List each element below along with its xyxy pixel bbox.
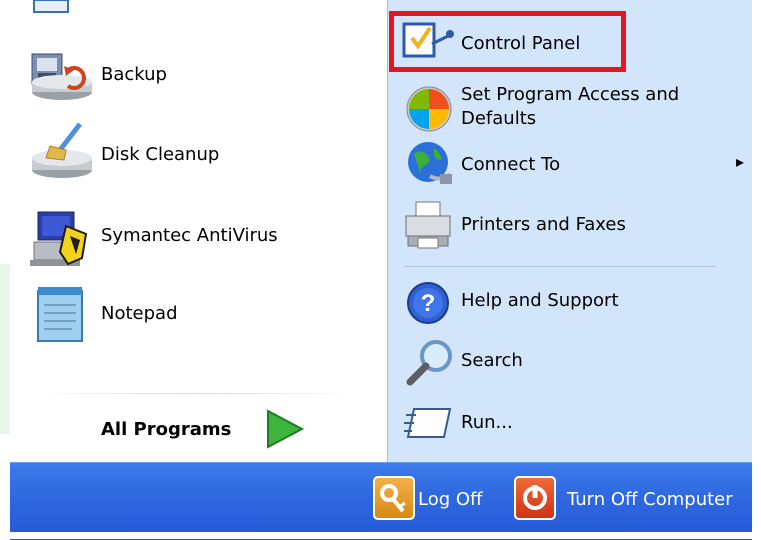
desktop-strip — [0, 264, 10, 434]
backup-icon — [31, 53, 92, 100]
all-programs-label: All Programs — [101, 419, 232, 440]
svg-text:?: ? — [421, 290, 436, 317]
help-icon: ? — [407, 282, 449, 324]
program-label: Notepad — [101, 303, 178, 324]
set-program-access-icon — [406, 86, 452, 132]
run-icon — [404, 408, 452, 438]
menu-item-label: Printers and Faxes — [461, 214, 626, 235]
submenu-arrow-icon: ▸ — [736, 152, 745, 171]
green-arrow-icon — [267, 409, 305, 449]
program-label: Symantec AntiVirus — [101, 225, 278, 246]
left-separator — [30, 393, 360, 394]
printers-icon — [405, 201, 451, 249]
menu-item-label: Set Program Access and — [461, 84, 680, 105]
log-off-label: Log Off — [418, 489, 483, 510]
disk-cleanup-icon — [32, 122, 92, 178]
window-edge — [752, 0, 761, 539]
power-icon — [514, 476, 556, 520]
program-label: Backup — [101, 64, 167, 85]
start-menu: Backup Disk Cleanup Symantec AntiVirus N… — [0, 0, 761, 540]
bottom-edge — [0, 532, 761, 539]
program-label: Disk Cleanup — [101, 144, 220, 165]
menu-item-label: Search — [461, 350, 523, 371]
menu-item-label: Run... — [461, 412, 513, 433]
turn-off-label: Turn Off Computer — [567, 489, 733, 510]
partial-program-icon — [33, 0, 69, 13]
notepad-icon — [37, 287, 83, 342]
menu-item-label: Help and Support — [461, 290, 619, 311]
menu-item-label-line2: Defaults — [461, 108, 537, 129]
connect-to-icon — [408, 142, 452, 184]
menu-item-label: Connect To — [461, 154, 561, 175]
symantec-antivirus-icon — [30, 211, 88, 266]
search-icon — [406, 340, 452, 386]
right-separator — [404, 266, 716, 267]
control-panel-highlight — [389, 11, 626, 72]
log-off-icon — [373, 476, 415, 520]
